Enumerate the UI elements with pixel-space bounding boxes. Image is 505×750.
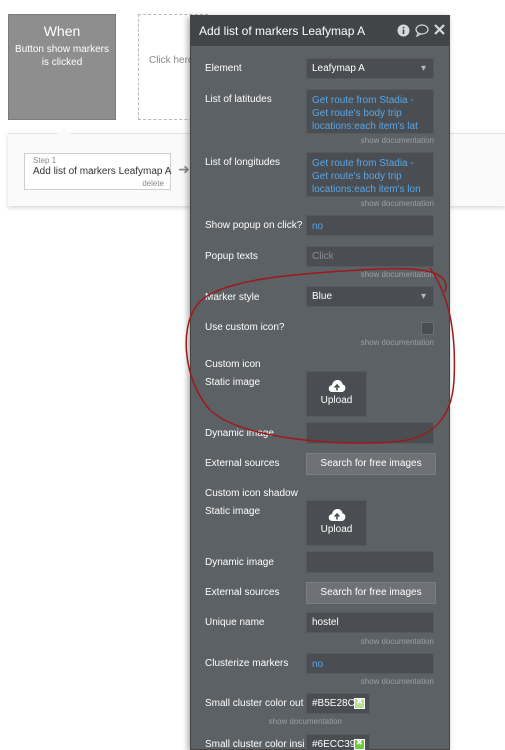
use-custom-icon-checkbox[interactable] bbox=[421, 322, 434, 335]
panel-header: Add list of markers Leafymap A bbox=[191, 16, 449, 46]
custom-icon-shadow-section-label: Custom icon shadow bbox=[205, 488, 298, 499]
close-icon[interactable] bbox=[434, 24, 445, 38]
property-editor-panel: Add list of markers Leafymap A Element L… bbox=[190, 15, 450, 750]
clusterize-label: Clusterize markers bbox=[205, 658, 289, 669]
next-step-arrow-icon: ➜ bbox=[178, 161, 190, 177]
small-cluster-inner-label: Small cluster color insi bbox=[205, 739, 305, 750]
cloud-upload-icon bbox=[328, 509, 345, 521]
custom-icon-upload-label: Upload bbox=[320, 395, 353, 406]
shadow-static-label: Static image bbox=[205, 506, 261, 517]
color-swatch-icon[interactable] bbox=[354, 738, 365, 750]
element-dropdown[interactable]: Leafymap A bbox=[306, 58, 434, 79]
popup-on-click-label: Show popup on click? bbox=[205, 220, 303, 231]
custom-icon-upload-button[interactable]: Upload bbox=[306, 371, 367, 417]
small-cluster-outer-value: #B5E28C bbox=[312, 698, 355, 709]
comment-icon[interactable] bbox=[415, 24, 429, 40]
shadow-upload-label: Upload bbox=[320, 524, 353, 535]
event-card-title: When bbox=[43, 23, 81, 39]
panel-title: Add list of markers Leafymap A bbox=[199, 24, 366, 38]
custom-icon-dynamic-label: Dynamic image bbox=[205, 428, 274, 439]
event-card[interactable]: When Button show markers is clicked bbox=[8, 14, 116, 120]
use-custom-icon-label: Use custom icon? bbox=[205, 322, 285, 333]
popup-texts-field[interactable]: Click bbox=[306, 246, 434, 267]
small-cluster-inner-value: #6ECC39 bbox=[312, 739, 356, 750]
popup-on-click-field[interactable]: no bbox=[306, 215, 434, 236]
use-custom-icon-doc-link[interactable]: show documentation bbox=[361, 338, 434, 347]
custom-icon-section-label: Custom icon bbox=[205, 359, 261, 370]
marker-style-dropdown[interactable]: Blue bbox=[306, 286, 434, 307]
latitudes-label: List of latitudes bbox=[205, 94, 272, 105]
latitudes-doc-link[interactable]: show documentation bbox=[361, 136, 434, 145]
unique-name-field[interactable]: hostel bbox=[306, 612, 434, 633]
longitudes-label: List of longitudes bbox=[205, 157, 281, 168]
clusterize-field[interactable]: no bbox=[306, 653, 434, 674]
element-value: Leafymap A bbox=[312, 63, 365, 74]
cloud-upload-icon bbox=[328, 380, 345, 392]
shadow-search-images-button[interactable]: Search for free images bbox=[306, 582, 436, 604]
step-delete-link[interactable]: delete bbox=[142, 179, 164, 188]
custom-icon-dynamic-field[interactable] bbox=[306, 422, 434, 444]
shadow-dynamic-field[interactable] bbox=[306, 551, 434, 573]
clusterize-doc-link[interactable]: show documentation bbox=[361, 677, 434, 686]
workflow-editor-canvas: When Button show markers is clicked Clic… bbox=[0, 0, 505, 750]
shadow-upload-button[interactable]: Upload bbox=[306, 500, 367, 546]
shadow-dynamic-label: Dynamic image bbox=[205, 557, 274, 568]
marker-style-label: Marker style bbox=[205, 292, 260, 303]
custom-icon-search-images-button[interactable]: Search for free images bbox=[306, 453, 436, 475]
latitudes-expression-field[interactable]: Get route from Stadia - Get route's body… bbox=[306, 89, 434, 134]
color-swatch-icon[interactable] bbox=[354, 697, 365, 709]
marker-style-value: Blue bbox=[312, 291, 333, 302]
event-pointer-arrow bbox=[57, 127, 71, 134]
small-cluster-inner-color-field[interactable]: #6ECC39 bbox=[306, 734, 370, 750]
step-number: Step 1 bbox=[33, 156, 57, 165]
step-card[interactable]: Step 1 Add list of markers Leafymap A de… bbox=[24, 153, 171, 190]
popup-texts-label: Popup texts bbox=[205, 251, 258, 262]
shadow-external-label: External sources bbox=[205, 587, 280, 598]
small-cluster-outer-label: Small cluster color out bbox=[205, 698, 304, 709]
unique-name-label: Unique name bbox=[205, 617, 265, 628]
small-cluster-outer-doc-link[interactable]: show documentation bbox=[269, 717, 342, 726]
longitudes-doc-link[interactable]: show documentation bbox=[361, 199, 434, 208]
small-cluster-outer-color-field[interactable]: #B5E28C bbox=[306, 693, 370, 714]
custom-icon-static-label: Static image bbox=[205, 377, 261, 388]
custom-icon-external-label: External sources bbox=[205, 458, 280, 469]
longitudes-expression-field[interactable]: Get route from Stadia - Get route's body… bbox=[306, 152, 434, 197]
popup-texts-doc-link[interactable]: show documentation bbox=[361, 270, 434, 279]
unique-name-doc-link[interactable]: show documentation bbox=[361, 637, 434, 646]
step-label: Add list of markers Leafymap A bbox=[33, 166, 172, 177]
event-card-description: Button show markers is clicked bbox=[15, 44, 109, 68]
popup-texts-placeholder: Click bbox=[312, 251, 334, 262]
info-icon[interactable] bbox=[397, 24, 410, 40]
element-label: Element bbox=[205, 63, 242, 74]
